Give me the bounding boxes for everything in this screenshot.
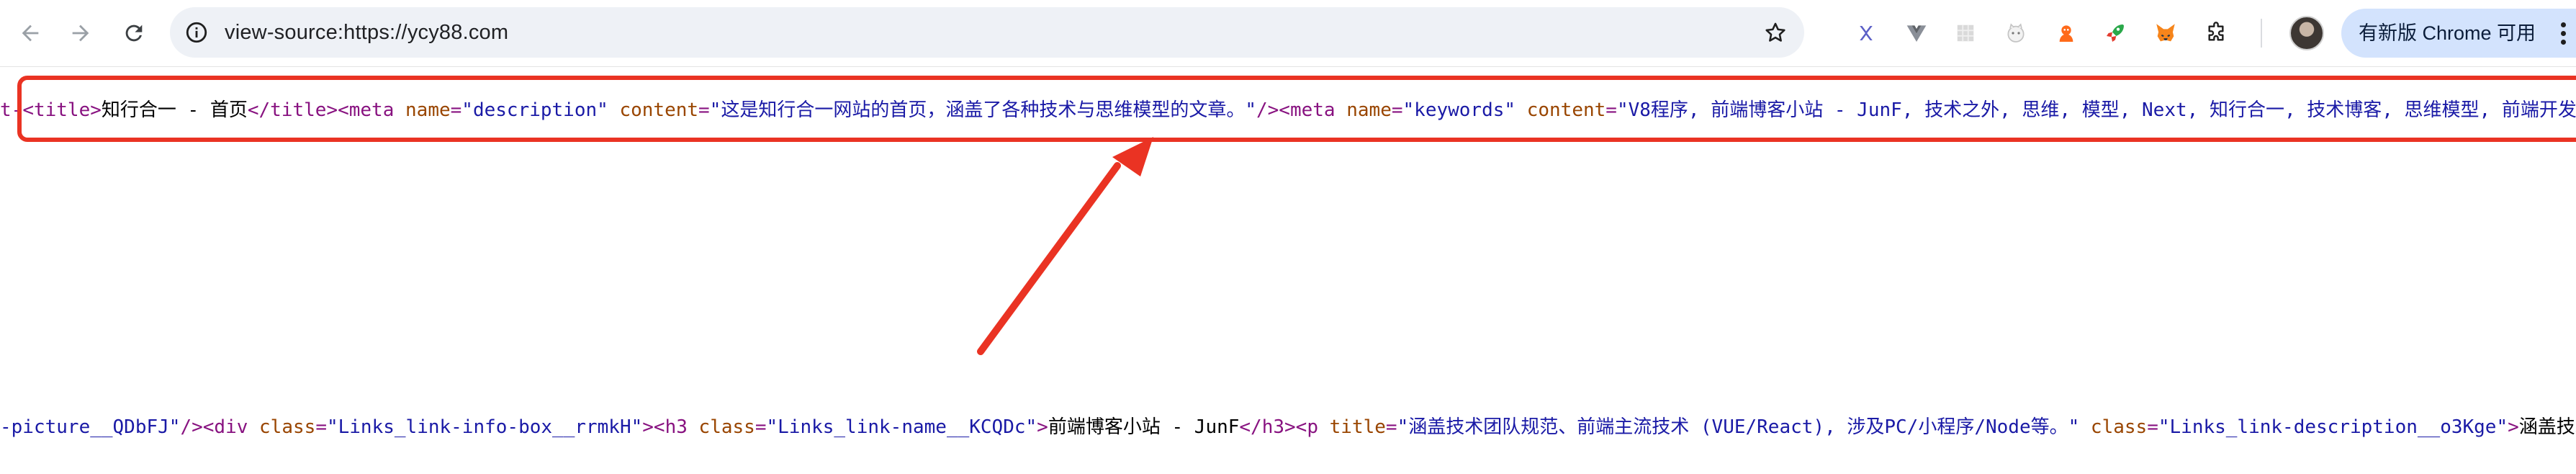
annotation-arrow-icon [977, 137, 1153, 355]
